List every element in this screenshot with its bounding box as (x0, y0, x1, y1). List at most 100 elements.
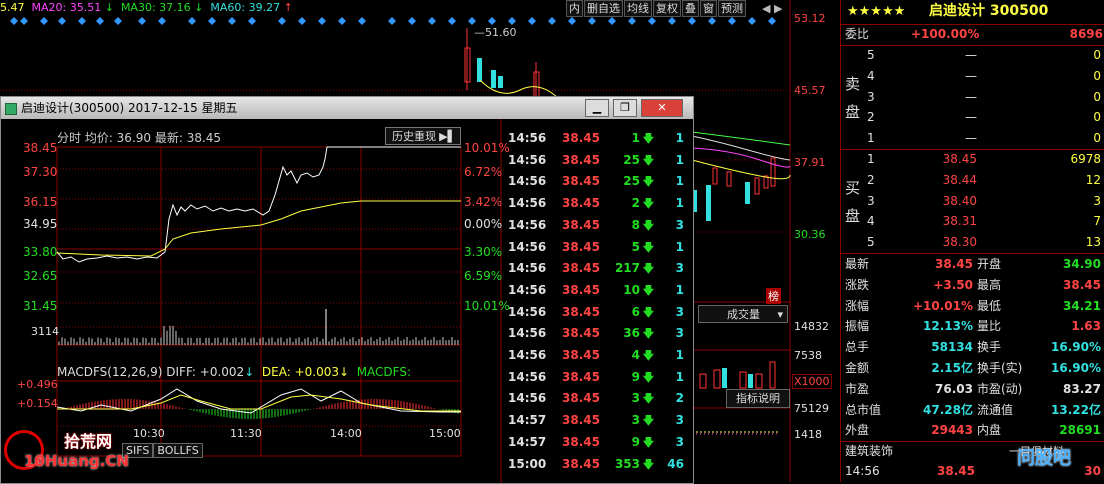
stat-label: 总手 (845, 340, 870, 355)
toolbar-button[interactable]: 叠 (682, 0, 699, 17)
tape-t: 14:56 (508, 152, 547, 167)
time-axis-label: 11:30 (230, 427, 262, 440)
tape-p: 38.45 (562, 239, 600, 254)
arrow-down-icon: 🡇 (642, 283, 654, 297)
arrow-down-icon: 🡇 (642, 327, 654, 341)
bids-row: 2 38.44 12 (845, 170, 1103, 191)
watermark-top: 拾荒网 (64, 432, 113, 451)
stat-value: 58134 (931, 340, 973, 355)
tape-row: 14:57 38.45 3 3 🡇 (508, 410, 688, 432)
minimize-button[interactable]: ▁ (585, 99, 609, 117)
signal-diamond-icon (138, 17, 146, 25)
weibi-label: 委比 (845, 27, 870, 41)
toolbar-button[interactable]: 均线 (624, 0, 652, 17)
toolbar-button[interactable]: 复权 (653, 0, 681, 17)
toolbar-button[interactable]: 预测 (718, 0, 746, 17)
restore-button[interactable]: ❐ (613, 99, 637, 117)
signal-diamond-icon (648, 17, 656, 25)
close-button[interactable]: ✕ (641, 99, 683, 117)
arrow-down-icon: 🡇 (642, 349, 654, 362)
signal-diamond-icon (728, 17, 736, 25)
level: 1 (867, 152, 875, 166)
tape-t: 14:56 (508, 174, 547, 189)
tape-p: 38.45 (562, 348, 600, 362)
play-icon: ▶▌ (439, 130, 456, 143)
weibi-pct: +100.00% (911, 27, 980, 41)
signal-diamond-icon (688, 17, 696, 25)
stat-value: +10.01% (912, 298, 973, 313)
level-price: 38.44 (942, 172, 977, 187)
stat-value: 34.90 (1063, 257, 1101, 271)
tape-p: 38.45 (562, 369, 600, 384)
tape-row: 14:56 38.45 3 2 🡇 (508, 388, 688, 410)
percent-axis-label: 6.59% (464, 269, 503, 283)
stat-label: 开盘 (977, 257, 1002, 271)
toolbar-button[interactable]: 内 (566, 0, 583, 17)
arrow-down-icon: 🡇 (642, 175, 654, 189)
tape-n: 3 (675, 217, 684, 232)
price-axis-label: 30.36 (794, 228, 826, 241)
signal-diamond-icon (768, 17, 776, 25)
kline-high-mark: —51.60 (474, 26, 517, 39)
tape-row: 14:56 38.45 1 1 🡇 (508, 128, 688, 150)
stat-row: 总市值 47.28亿 流通值 13.22亿 (845, 400, 1103, 421)
tape-p: 38.45 (562, 282, 600, 297)
tape-n: 3 (675, 326, 684, 341)
arrow-up-icon: ↑ (283, 1, 293, 14)
stat-label: 涨跌 (845, 277, 870, 292)
time-axis-label: 15:00 (429, 427, 461, 440)
stat-value: +3.50 (933, 277, 973, 292)
indicator-help-button[interactable]: 指标说明 (726, 389, 790, 408)
level: 5 (867, 235, 875, 250)
stat-label: 市盈 (845, 381, 870, 396)
industry-name[interactable]: 建筑装饰 (845, 444, 893, 458)
bids-row: 4 38.31 7 (845, 211, 1103, 232)
asks-row: 3 — 0 (845, 87, 1103, 108)
stat-value: 83.27 (1063, 381, 1101, 396)
macd-axis-label: +0.496 (17, 378, 58, 391)
stat-value: 47.28亿 (923, 402, 973, 417)
level: 1 (867, 131, 875, 146)
rank-badge[interactable]: 榜 (766, 288, 781, 304)
intraday-popup-window[interactable]: 启迪设计(300500) 2017-12-15 星期五 ▁ ❐ ✕ 分时 均价:… (0, 96, 694, 484)
watermark-right: 问股吧 (1017, 448, 1071, 469)
tape-p: 38.45 (562, 434, 600, 449)
signal-diamond-icon (114, 17, 122, 25)
tape-p: 38.45 (562, 196, 600, 211)
signal-diamond-icon (248, 17, 256, 25)
level-volume: 0 (1093, 68, 1101, 83)
signal-diamond-icon (338, 17, 346, 25)
signal-diamond-icon (708, 17, 716, 25)
history-replay-button[interactable]: 历史重现 ▶▌ (385, 127, 461, 145)
level-volume: 6978 (1070, 152, 1101, 166)
popup-title: 启迪设计(300500) 2017-12-15 星期五 (21, 101, 238, 115)
stat-label: 换手 (977, 340, 1002, 355)
tab-bollfs[interactable]: BOLLFS (153, 443, 203, 458)
price-axis-label: 53.12 (794, 12, 826, 25)
tape-n: 1 (675, 239, 684, 254)
toolbar-scroll-icons[interactable]: ◀ ▶ (762, 2, 782, 15)
toolbar-button[interactable]: 窗 (700, 0, 717, 17)
level: 3 (867, 193, 875, 208)
tape-v: 10 (623, 282, 640, 297)
volume-axis-label: 14832 (794, 320, 829, 333)
tape-v: 3 (631, 413, 640, 428)
signal-diamond-icon (228, 17, 236, 25)
signal-diamond-icon (40, 17, 48, 25)
signal-diamond-icon (448, 17, 456, 25)
macdfs-label: MACDFS: (356, 365, 412, 379)
stat-label: 最新 (845, 257, 870, 271)
signal-diamond-icon (628, 17, 636, 25)
toolbar-button[interactable]: 删自选 (584, 0, 623, 17)
arrow-down-icon: 🡇 (642, 132, 654, 145)
stat-value: 34.21 (1063, 298, 1101, 313)
signal-diamond-icon (188, 17, 196, 25)
signal-diamond-icon (668, 17, 676, 25)
ma30-value: MA30: 37.16 (120, 1, 191, 14)
popup-title-bar[interactable]: 启迪设计(300500) 2017-12-15 星期五 ▁ ❐ ✕ (1, 97, 693, 119)
bids-row: 3 38.40 3 (845, 191, 1103, 212)
volume-selector[interactable]: 成交量 ▾ (698, 305, 788, 323)
price-axis-label: 38.45 (23, 141, 58, 155)
tape-t: 15:00 (508, 456, 547, 471)
quote-panel: ★★★★★ 启迪设计 300500 委比 +100.00% 8696 卖盘 买盘… (840, 0, 1104, 482)
